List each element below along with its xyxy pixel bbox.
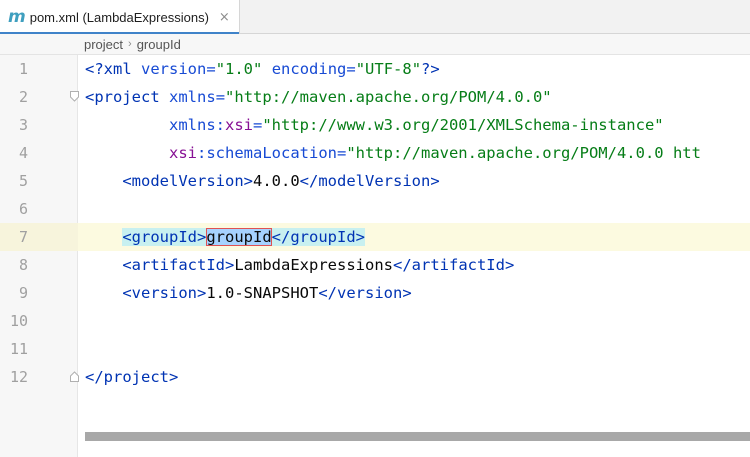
- code-text: xmlns:xsi="http://www.w3.org/2001/XMLSch…: [169, 116, 664, 134]
- breadcrumb-item-project[interactable]: project: [84, 37, 123, 52]
- code-line-3[interactable]: 3 xmlns:xsi="http://www.w3.org/2001/XMLS…: [0, 111, 750, 139]
- code-line-9[interactable]: 9 <version>1.0-SNAPSHOT</version>: [0, 279, 750, 307]
- selected-text[interactable]: groupId: [206, 228, 272, 246]
- code-line-2[interactable]: 2 <project xmlns="http://maven.apache.or…: [0, 83, 750, 111]
- code-text: <artifactId>LambdaExpressions</artifactI…: [122, 256, 515, 274]
- code-line-7-current[interactable]: 7 <groupId>groupId</groupId>: [0, 223, 750, 251]
- breadcrumb-separator: ›: [128, 38, 132, 50]
- fold-end-icon[interactable]: [70, 371, 79, 382]
- editor-tab-bar: m pom.xml (LambdaExpressions) ×: [0, 0, 750, 35]
- code-line-5[interactable]: 5 <modelVersion>4.0.0</modelVersion>: [0, 167, 750, 195]
- close-icon[interactable]: ×: [219, 10, 230, 25]
- line-number: 9: [18, 284, 28, 302]
- code-line-8[interactable]: 8 <artifactId>LambdaExpressions</artifac…: [0, 251, 750, 279]
- breadcrumb-item-groupid[interactable]: groupId: [137, 37, 181, 52]
- line-number: 6: [18, 200, 28, 218]
- maven-file-icon: m: [8, 6, 26, 27]
- code-text: <?xml version="1.0" encoding="UTF-8"?>: [85, 60, 440, 78]
- code-text: <project xmlns="http://maven.apache.org/…: [85, 88, 552, 106]
- tab-title: pom.xml (LambdaExpressions): [29, 9, 209, 25]
- fold-icon[interactable]: [70, 91, 79, 102]
- line-number: 8: [18, 256, 28, 274]
- code-text: <version>1.0-SNAPSHOT</version>: [122, 284, 412, 302]
- code-text: xsi:schemaLocation="http://maven.apache.…: [169, 144, 701, 162]
- tab-pom-xml[interactable]: m pom.xml (LambdaExpressions) ×: [0, 0, 240, 35]
- line-number: 2: [18, 88, 28, 106]
- line-number: 10: [9, 312, 28, 330]
- code-text: <modelVersion>4.0.0</modelVersion>: [122, 172, 440, 190]
- code-line-12[interactable]: 12 </project>: [0, 363, 750, 391]
- code-line-1[interactable]: 1 <?xml version="1.0" encoding="UTF-8"?>: [0, 55, 750, 83]
- code-line-10[interactable]: 10: [0, 307, 750, 335]
- breadcrumb: project › groupId: [0, 34, 750, 55]
- code-editor[interactable]: 1 <?xml version="1.0" encoding="UTF-8"?>…: [0, 55, 750, 457]
- line-number: 1: [18, 60, 28, 78]
- code-text: </project>: [85, 368, 179, 386]
- code-line-11[interactable]: 11: [0, 335, 750, 363]
- code-text: <groupId>groupId</groupId>: [122, 228, 366, 246]
- line-number: 3: [18, 116, 28, 134]
- line-number: 5: [18, 172, 28, 190]
- line-number: 7: [18, 228, 28, 246]
- code-line-4[interactable]: 4 xsi:schemaLocation="http://maven.apach…: [0, 139, 750, 167]
- line-number: 12: [9, 368, 28, 386]
- code-line-6[interactable]: 6: [0, 195, 750, 223]
- line-number: 4: [18, 144, 28, 162]
- line-number: 11: [9, 340, 28, 358]
- horizontal-scrollbar[interactable]: [85, 432, 750, 441]
